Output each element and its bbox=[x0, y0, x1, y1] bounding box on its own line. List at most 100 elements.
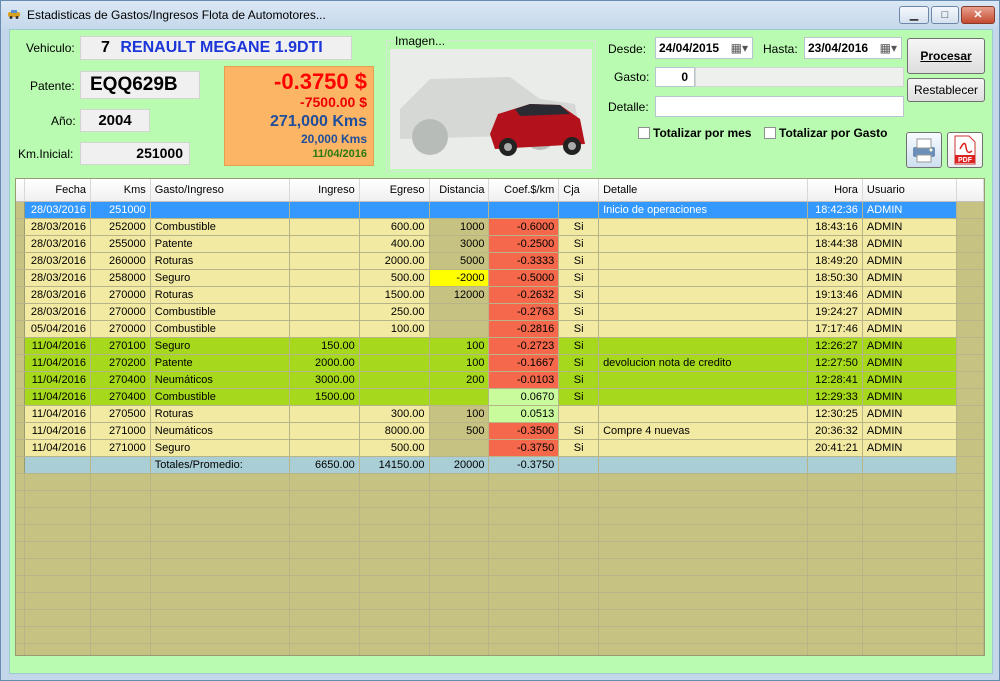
col-cja[interactable]: Cja bbox=[558, 179, 600, 202]
table-row[interactable]: 28/03/2016 255000 Patente 400.00 3000 -0.2500… bbox=[16, 235, 984, 253]
table-row[interactable]: 28/03/2016 270000 Combustible 250.00 -0.2763… bbox=[16, 303, 984, 321]
table-row[interactable]: 11/04/2016 270200 Patente 2000.00 100 -0.1667… bbox=[16, 354, 984, 372]
totalizar-gasto-checkbox[interactable]: Totalizar por Gasto bbox=[764, 126, 887, 140]
cell-gasto: Patente bbox=[150, 354, 291, 372]
totalizar-gasto-label: Totalizar por Gasto bbox=[779, 126, 888, 140]
row-indicator-header bbox=[16, 179, 25, 202]
cell-coef: -0.2763 bbox=[488, 303, 560, 321]
col-gasto[interactable]: Gasto/Ingreso bbox=[150, 179, 291, 202]
row-indicator[interactable] bbox=[16, 252, 25, 270]
filler-cell bbox=[956, 235, 984, 253]
totalizar-mes-checkbox[interactable]: Totalizar por mes bbox=[638, 126, 751, 140]
print-button[interactable] bbox=[906, 132, 942, 168]
row-indicator[interactable] bbox=[16, 354, 25, 372]
col-ingreso[interactable]: Ingreso bbox=[289, 179, 360, 202]
table-row[interactable]: 28/03/2016 251000 Inicio de operaciones 18:… bbox=[16, 201, 984, 219]
cell-detalle bbox=[598, 337, 808, 355]
cell-fecha: 28/03/2016 bbox=[24, 201, 91, 219]
cell-distancia bbox=[429, 320, 490, 338]
table-row[interactable]: 05/04/2016 270000 Combustible 100.00 -0.2816… bbox=[16, 320, 984, 338]
row-indicator[interactable] bbox=[16, 405, 25, 423]
cell-egreso bbox=[359, 371, 430, 389]
table-row[interactable]: 11/04/2016 271000 Neumáticos 8000.00 500 -0.3… bbox=[16, 422, 984, 440]
gasto-code-input[interactable]: 0 bbox=[655, 67, 695, 87]
col-detalle[interactable]: Detalle bbox=[598, 179, 808, 202]
row-indicator[interactable] bbox=[16, 422, 25, 440]
cell-detalle bbox=[598, 439, 808, 457]
cell-usuario: ADMIN bbox=[862, 337, 958, 355]
cell-detalle bbox=[598, 269, 808, 287]
totals-label: Totales/Promedio: bbox=[150, 456, 291, 474]
title-bar[interactable]: Estadisticas de Gastos/Ingresos Flota de… bbox=[1, 1, 1000, 29]
cell-cja: Si bbox=[558, 422, 600, 440]
cell-hora: 12:28:41 bbox=[807, 371, 863, 389]
cell-gasto: Roturas bbox=[150, 252, 291, 270]
row-indicator[interactable] bbox=[16, 337, 25, 355]
hasta-datepicker[interactable]: 23/04/2016 ▦▾ bbox=[804, 37, 902, 59]
empty-row bbox=[16, 541, 984, 559]
cell-fecha: 28/03/2016 bbox=[24, 252, 91, 270]
col-egreso[interactable]: Egreso bbox=[359, 179, 430, 202]
table-row[interactable]: 28/03/2016 252000 Combustible 600.00 1000 -0.… bbox=[16, 218, 984, 236]
table-row[interactable]: 11/04/2016 270500 Roturas 300.00 100 0.0513 12… bbox=[16, 405, 984, 423]
row-indicator[interactable] bbox=[16, 388, 25, 406]
table-row[interactable]: 11/04/2016 270400 Combustible 1500.00 0.0670… bbox=[16, 388, 984, 406]
row-indicator[interactable] bbox=[16, 269, 25, 287]
cell-coef: -0.3500 bbox=[488, 422, 560, 440]
procesar-button[interactable]: Procesar bbox=[907, 38, 985, 74]
col-hora[interactable]: Hora bbox=[807, 179, 863, 202]
row-indicator[interactable] bbox=[16, 286, 25, 304]
cell-gasto: Patente bbox=[150, 235, 291, 253]
close-button[interactable]: ✕ bbox=[961, 6, 995, 24]
main-panel: Vehiculo: 7 RENAULT MEGANE 1.9DTI Patent… bbox=[9, 29, 993, 674]
row-indicator[interactable] bbox=[16, 201, 25, 219]
col-coef[interactable]: Coef.$/km bbox=[488, 179, 560, 202]
col-distancia[interactable]: Distancia bbox=[429, 179, 490, 202]
cell-ingreso bbox=[289, 422, 360, 440]
cell-hora: 12:29:33 bbox=[807, 388, 863, 406]
table-row[interactable]: 28/03/2016 260000 Roturas 2000.00 5000 -0.333… bbox=[16, 252, 984, 270]
filler-cell bbox=[956, 218, 984, 236]
desde-label: Desde: bbox=[608, 42, 647, 56]
maximize-button[interactable]: □ bbox=[931, 6, 959, 24]
row-indicator[interactable] bbox=[16, 235, 25, 253]
data-grid[interactable]: Fecha Kms Gasto/Ingreso Ingreso Egreso D… bbox=[15, 178, 985, 656]
calendar-icon[interactable]: ▦▾ bbox=[880, 38, 897, 58]
col-kms[interactable]: Kms bbox=[90, 179, 151, 202]
table-row[interactable]: 28/03/2016 270000 Roturas 1500.00 12000 -0.26… bbox=[16, 286, 984, 304]
row-indicator[interactable] bbox=[16, 218, 25, 236]
cell-usuario: ADMIN bbox=[862, 388, 958, 406]
restablecer-button[interactable]: Restablecer bbox=[907, 78, 985, 102]
detalle-input[interactable] bbox=[655, 96, 904, 117]
cell-cja: Si bbox=[558, 269, 600, 287]
table-row[interactable]: 11/04/2016 270400 Neumáticos 3000.00 200 -0.0… bbox=[16, 371, 984, 389]
cell-cja: Si bbox=[558, 439, 600, 457]
pdf-button[interactable]: PDF bbox=[947, 132, 983, 168]
desde-datepicker[interactable]: 24/04/2015 ▦▾ bbox=[655, 37, 753, 59]
cell-gasto: Combustible bbox=[150, 388, 291, 406]
table-row[interactable]: 11/04/2016 271000 Seguro 500.00 -0.3750 Si 20:… bbox=[16, 439, 984, 457]
cell-kms: 252000 bbox=[90, 218, 151, 236]
empty-row bbox=[16, 473, 984, 491]
cell-kms: 260000 bbox=[90, 252, 151, 270]
cell-egreso: 500.00 bbox=[359, 439, 430, 457]
cell-coef: -0.5000 bbox=[488, 269, 560, 287]
row-indicator[interactable] bbox=[16, 320, 25, 338]
cell-egreso: 300.00 bbox=[359, 405, 430, 423]
col-usuario[interactable]: Usuario bbox=[862, 179, 958, 202]
cell-ingreso bbox=[289, 286, 360, 304]
cell-kms: 270500 bbox=[90, 405, 151, 423]
filler-cell bbox=[956, 201, 984, 219]
col-fecha[interactable]: Fecha bbox=[24, 179, 91, 202]
calendar-icon[interactable]: ▦▾ bbox=[731, 38, 748, 58]
table-row[interactable]: 28/03/2016 258000 Seguro 500.00 -2000 -0.5000… bbox=[16, 269, 984, 287]
row-indicator[interactable] bbox=[16, 439, 25, 457]
cell-cja: Si bbox=[558, 286, 600, 304]
empty-row bbox=[16, 575, 984, 593]
row-indicator[interactable] bbox=[16, 371, 25, 389]
minimize-button[interactable]: ▁ bbox=[899, 6, 929, 24]
cell-hora: 18:50:30 bbox=[807, 269, 863, 287]
cell-ingreso: 3000.00 bbox=[289, 371, 360, 389]
row-indicator[interactable] bbox=[16, 303, 25, 321]
table-row[interactable]: 11/04/2016 270100 Seguro 150.00 100 -0.2723 Si… bbox=[16, 337, 984, 355]
